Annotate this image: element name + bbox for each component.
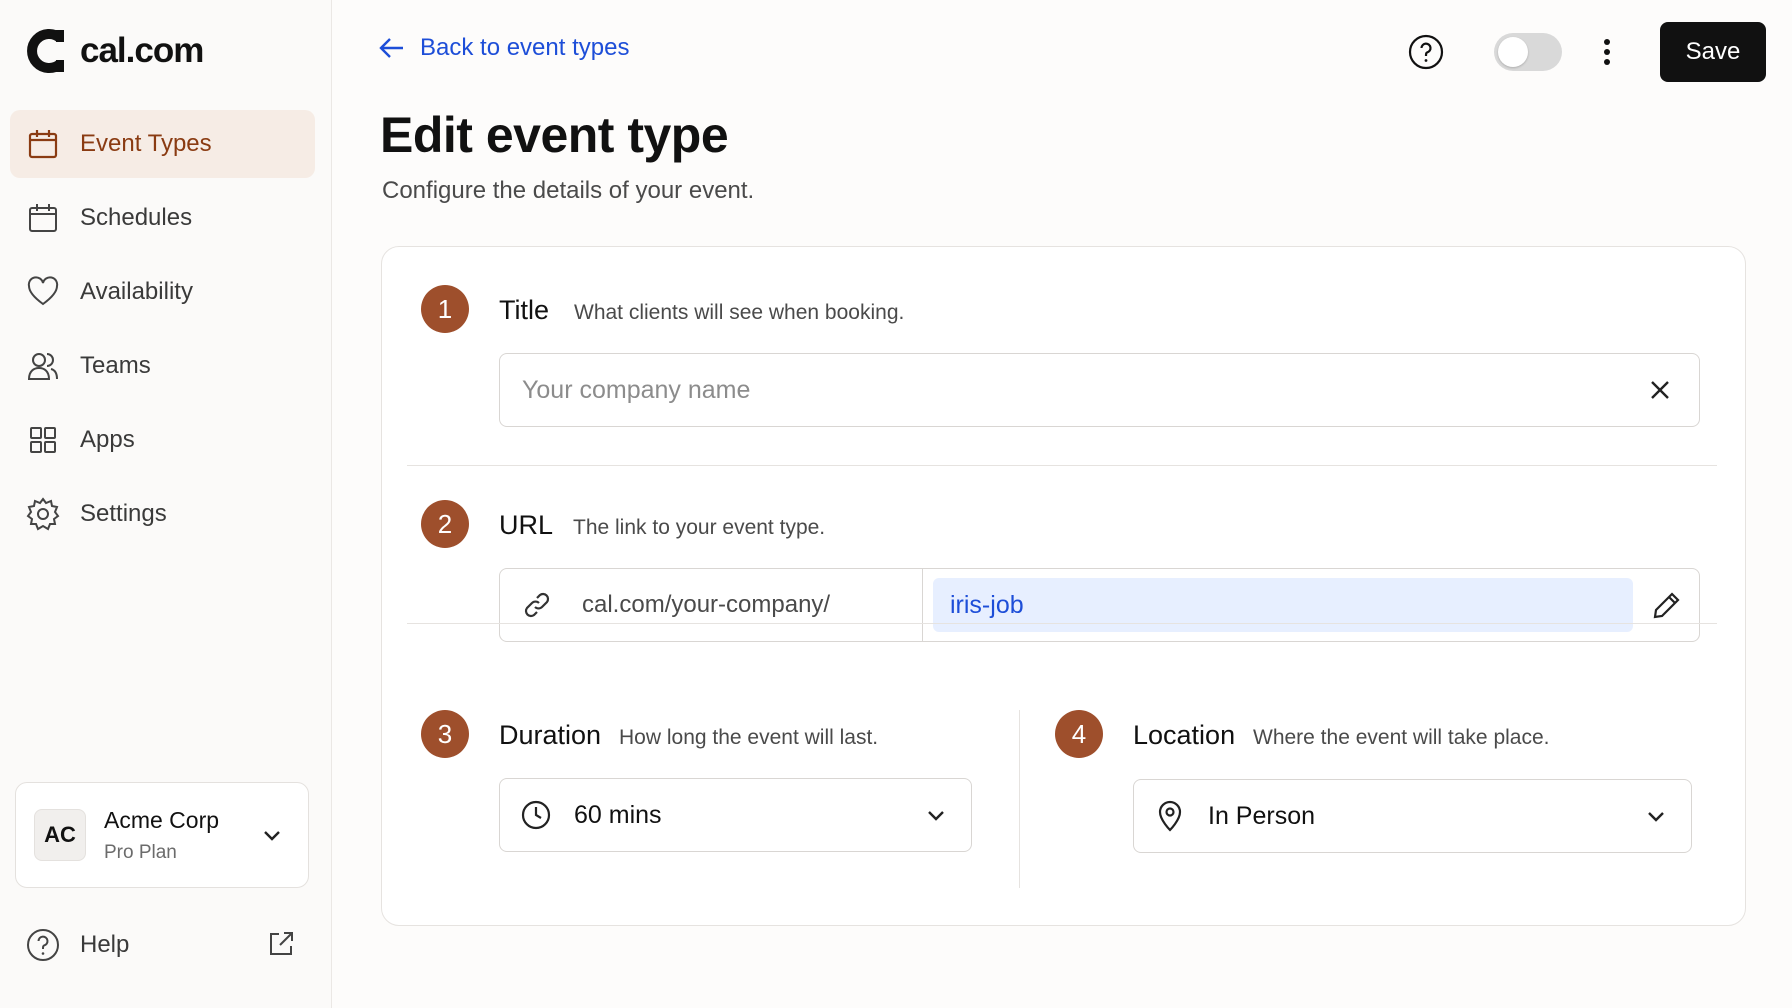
title-help: What clients will see when booking. xyxy=(574,301,905,324)
title-input[interactable] xyxy=(500,354,1645,426)
pencil-icon[interactable] xyxy=(1651,589,1683,621)
duration-select[interactable]: 60 mins xyxy=(499,778,972,852)
help-icon[interactable] xyxy=(1408,34,1444,70)
sidebar-item-settings[interactable]: Settings xyxy=(10,480,315,548)
title-label: Title xyxy=(499,295,550,325)
sidebar-item-event-types[interactable]: Event Types xyxy=(10,110,315,178)
map-pin-icon xyxy=(1158,800,1182,832)
sidebar-item-schedules[interactable]: Schedules xyxy=(10,184,315,252)
divider xyxy=(407,623,1717,624)
link-icon xyxy=(524,592,550,618)
divider xyxy=(407,465,1717,466)
sidebar-item-label: Event Types xyxy=(80,130,212,157)
sidebar: cal.com Event Types Schedules Availabili… xyxy=(0,0,332,1008)
sidebar-item-label: Availability xyxy=(80,278,193,305)
step-badge-4: 4 xyxy=(1055,710,1103,758)
logo[interactable]: cal.com xyxy=(26,28,204,74)
sidebar-item-availability[interactable]: Availability xyxy=(10,258,315,326)
vertical-divider xyxy=(1019,710,1020,888)
sidebar-item-label: Settings xyxy=(80,500,167,527)
hidden-toggle[interactable] xyxy=(1494,33,1562,71)
back-link-label: Back to event types xyxy=(420,34,630,61)
help-circle-icon xyxy=(27,929,59,961)
logo-text: cal.com xyxy=(80,31,204,70)
arrow-left-icon xyxy=(379,38,403,58)
location-select[interactable]: In Person xyxy=(1133,779,1692,853)
external-link-icon xyxy=(270,932,293,955)
location-label: Location xyxy=(1133,720,1236,750)
calendar-icon xyxy=(26,201,60,235)
chevron-down-icon xyxy=(928,811,944,821)
account-plan: Pro Plan xyxy=(104,841,177,863)
gear-icon xyxy=(26,497,60,531)
url-help: The link to your event type. xyxy=(573,516,826,539)
sidebar-item-teams[interactable]: Teams xyxy=(10,332,315,400)
back-link[interactable]: Back to event types xyxy=(378,34,629,62)
help-label: Help xyxy=(80,931,130,958)
calendar-icon xyxy=(26,127,60,161)
step-badge-1: 1 xyxy=(421,285,469,333)
save-button[interactable]: Save xyxy=(1660,22,1766,82)
app: cal.com Event Types Schedules Availabili… xyxy=(0,0,1792,1008)
event-form-card: 1 Title What clients will see when booki… xyxy=(381,246,1746,926)
sidebar-item-label: Apps xyxy=(80,426,135,453)
page-subtitle: Configure the details of your event. xyxy=(382,177,755,204)
title-field xyxy=(499,353,1700,427)
heart-icon xyxy=(26,275,60,309)
duration-help: How long the event will last. xyxy=(619,726,879,749)
chevron-down-icon xyxy=(1648,812,1664,822)
url-field: cal.com/your-company/ iris-job xyxy=(499,568,1700,642)
account-switcher[interactable]: AC Acme Corp Pro Plan xyxy=(15,782,309,888)
more-options-icon[interactable] xyxy=(1600,35,1614,69)
cal-logo-icon xyxy=(27,29,64,73)
sidebar-item-label: Teams xyxy=(80,352,151,379)
duration-value: 60 mins xyxy=(574,800,662,829)
slug-wrap: iris-job xyxy=(923,569,1699,641)
sidebar-item-apps[interactable]: Apps xyxy=(10,406,315,474)
sidebar-item-label: Schedules xyxy=(80,204,193,231)
url-label: URL xyxy=(499,510,554,540)
duration-label: Duration xyxy=(499,720,602,750)
toggle-knob xyxy=(1498,37,1528,67)
clock-icon xyxy=(521,800,551,830)
top-actions: Save xyxy=(1408,22,1766,82)
location-value: In Person xyxy=(1208,801,1316,830)
account-text: Acme Corp Pro Plan xyxy=(104,807,219,864)
close-icon[interactable] xyxy=(1645,375,1675,405)
step-badge-3: 3 xyxy=(421,710,469,758)
page-title: Edit event type xyxy=(380,107,729,163)
users-icon xyxy=(26,349,60,383)
chevron-down-icon xyxy=(264,831,280,841)
avatar: AC xyxy=(34,809,86,861)
sidebar-nav: Event Types Schedules Availability Teams… xyxy=(10,110,315,554)
account-name: Acme Corp xyxy=(104,806,220,833)
url-prefix: cal.com/your-company/ xyxy=(500,569,923,641)
grid-icon xyxy=(26,423,60,457)
location-help: Where the event will take place. xyxy=(1253,726,1550,749)
step-badge-2: 2 xyxy=(421,500,469,548)
url-prefix-text: cal.com/your-company/ xyxy=(582,591,831,618)
help-link[interactable]: Help xyxy=(26,925,296,965)
